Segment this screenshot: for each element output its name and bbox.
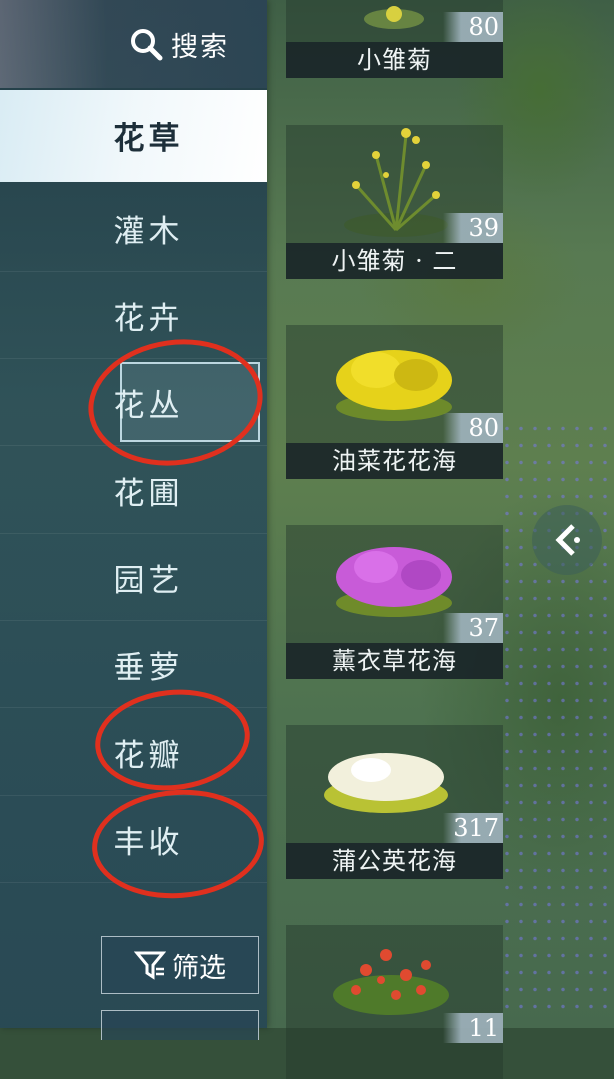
category-label: 丰收 <box>113 825 184 861</box>
category-tab-flower-beds[interactable]: 花圃 <box>0 448 267 534</box>
search-button[interactable]: 搜索 <box>0 0 267 88</box>
chevron-left-icon <box>555 524 580 556</box>
item-name: 薰衣草花海 <box>286 643 503 679</box>
item-count: 80 <box>443 12 503 42</box>
category-label: 花卉 <box>113 301 184 337</box>
category-sidebar: 搜索 花草 灌木 花卉 花丛 花圃 园艺 垂萝 花瓣 丰收 筛选 <box>0 0 267 1040</box>
category-tab-harvest[interactable]: 丰收 <box>0 797 267 883</box>
item-name: 油菜花花海 <box>286 443 503 479</box>
item-count: 80 <box>443 413 503 443</box>
filter-label: 筛选 <box>172 952 226 984</box>
category-tab-petals[interactable]: 花瓣 <box>0 710 267 796</box>
item-card[interactable]: 11 <box>286 925 503 1079</box>
item-name: 蒲公英花海 <box>286 843 503 879</box>
collapse-panel-button[interactable] <box>532 505 602 575</box>
filter-icon <box>134 951 166 980</box>
item-count: 37 <box>443 613 503 643</box>
item-card[interactable]: 80 油菜花花海 <box>286 325 503 479</box>
category-label: 花丛 <box>113 388 184 424</box>
category-label: 花草 <box>113 121 184 157</box>
category-tab-flowers-grass[interactable]: 花草 <box>0 90 267 182</box>
category-tab-flowering-plants[interactable]: 花卉 <box>0 273 267 359</box>
secondary-button[interactable] <box>101 1010 259 1040</box>
category-label: 园艺 <box>113 563 184 599</box>
item-count: 317 <box>443 813 503 843</box>
category-label: 花瓣 <box>113 738 184 774</box>
item-count: 11 <box>443 1013 503 1043</box>
category-tab-shrubs[interactable]: 灌木 <box>0 186 267 272</box>
category-label: 灌木 <box>113 214 184 250</box>
category-label: 花圃 <box>113 476 184 512</box>
item-count: 39 <box>443 213 503 243</box>
item-card[interactable]: 80 小雏菊 <box>286 0 503 78</box>
item-card[interactable]: 317 蒲公英花海 <box>286 725 503 879</box>
search-icon <box>131 29 163 61</box>
item-card[interactable]: 37 薰衣草花海 <box>286 525 503 679</box>
filter-button[interactable]: 筛选 <box>101 936 259 994</box>
category-tab-gardening[interactable]: 园艺 <box>0 535 267 621</box>
item-name: 小雏菊 · 二 <box>286 243 503 279</box>
search-label: 搜索 <box>171 31 229 63</box>
category-label: 垂萝 <box>113 650 184 686</box>
category-tab-flower-clusters[interactable]: 花丛 <box>0 360 267 446</box>
item-card[interactable]: 39 小雏菊 · 二 <box>286 125 503 279</box>
category-tab-vines[interactable]: 垂萝 <box>0 622 267 708</box>
item-name: 小雏菊 <box>286 42 503 78</box>
